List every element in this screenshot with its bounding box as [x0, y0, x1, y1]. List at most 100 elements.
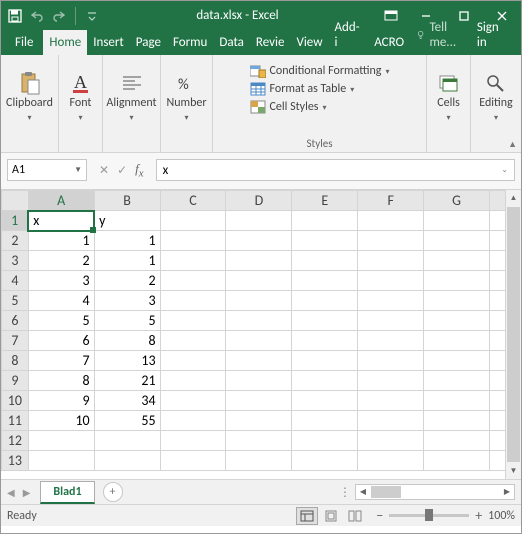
cell[interactable]: [292, 291, 358, 311]
cell[interactable]: x: [28, 211, 94, 231]
cancel-icon[interactable]: ✕: [99, 163, 109, 178]
name-box[interactable]: A1 ▼: [7, 159, 87, 181]
cell[interactable]: [358, 311, 424, 331]
ribbon-options-icon[interactable]: [375, 1, 407, 30]
cell[interactable]: [292, 331, 358, 351]
cell[interactable]: y: [94, 211, 160, 231]
scroll-left-icon[interactable]: ◀: [356, 485, 370, 499]
row-header[interactable]: 11: [2, 411, 29, 431]
column-header[interactable]: C: [160, 191, 226, 211]
cell[interactable]: [358, 371, 424, 391]
undo-icon[interactable]: [29, 8, 45, 24]
cell[interactable]: [292, 231, 358, 251]
cell[interactable]: [292, 411, 358, 431]
sheet-next-icon[interactable]: ▶: [23, 486, 31, 499]
fx-icon[interactable]: fx: [135, 161, 143, 180]
column-header[interactable]: D: [226, 191, 292, 211]
zoom-out-button[interactable]: −: [376, 507, 383, 524]
cell[interactable]: [424, 231, 490, 251]
cell[interactable]: [160, 271, 226, 291]
cell[interactable]: 3: [28, 271, 94, 291]
cell[interactable]: 1: [94, 231, 160, 251]
column-header[interactable]: E: [292, 191, 358, 211]
cell[interactable]: [160, 251, 226, 271]
font-label[interactable]: Font: [70, 96, 92, 110]
cell[interactable]: 21: [94, 371, 160, 391]
number-label[interactable]: Number: [166, 96, 206, 110]
formula-input[interactable]: x ⌄: [156, 159, 515, 181]
scroll-right-icon[interactable]: ▶: [500, 485, 514, 499]
cell[interactable]: 1: [94, 251, 160, 271]
cell[interactable]: [226, 211, 292, 231]
page-break-view-button[interactable]: [344, 507, 366, 525]
cell[interactable]: [226, 271, 292, 291]
cell[interactable]: [160, 291, 226, 311]
normal-view-button[interactable]: [296, 507, 318, 525]
cell[interactable]: [424, 271, 490, 291]
cell[interactable]: [160, 231, 226, 251]
cell[interactable]: 55: [94, 411, 160, 431]
tab-acro[interactable]: ACRO: [368, 30, 410, 55]
new-sheet-button[interactable]: +: [103, 482, 123, 502]
qat-customize-icon[interactable]: [84, 8, 100, 24]
cell[interactable]: [358, 411, 424, 431]
cell[interactable]: 2: [94, 271, 160, 291]
tab-data[interactable]: Data: [213, 30, 250, 55]
fill-handle[interactable]: [90, 227, 96, 233]
cell[interactable]: [28, 431, 94, 451]
row-header[interactable]: 4: [2, 271, 29, 291]
row-header[interactable]: 1: [2, 211, 29, 231]
cell[interactable]: [160, 391, 226, 411]
tab-file[interactable]: File: [5, 30, 43, 55]
row-header[interactable]: 13: [2, 451, 29, 471]
scroll-thumb[interactable]: [371, 486, 401, 498]
chevron-down-icon[interactable]: ▾: [494, 113, 498, 123]
tab-page[interactable]: Page: [130, 30, 167, 55]
cell[interactable]: [292, 311, 358, 331]
zoom-level[interactable]: 100%: [488, 509, 515, 523]
column-header[interactable]: G: [424, 191, 490, 211]
cell[interactable]: 13: [94, 351, 160, 371]
row-header[interactable]: 9: [2, 371, 29, 391]
tab-home[interactable]: Home: [43, 30, 87, 55]
cell[interactable]: [292, 431, 358, 451]
cell[interactable]: [358, 271, 424, 291]
cell[interactable]: [358, 291, 424, 311]
cell[interactable]: [160, 351, 226, 371]
paste-icon[interactable]: [17, 72, 43, 94]
cell[interactable]: [226, 291, 292, 311]
row-header[interactable]: 12: [2, 431, 29, 451]
scroll-up-icon[interactable]: ▲: [506, 190, 521, 206]
format-as-table[interactable]: Format as Table ▾: [248, 81, 392, 97]
cell[interactable]: [424, 331, 490, 351]
cell[interactable]: [424, 371, 490, 391]
cell[interactable]: 3: [94, 291, 160, 311]
cell[interactable]: [424, 291, 490, 311]
cell[interactable]: [160, 371, 226, 391]
alignment-icon[interactable]: [119, 72, 145, 94]
cell[interactable]: 9: [28, 391, 94, 411]
cell[interactable]: [160, 451, 226, 471]
scroll-down-icon[interactable]: ▼: [506, 463, 521, 479]
cell[interactable]: [226, 251, 292, 271]
cell[interactable]: [94, 431, 160, 451]
cell[interactable]: [160, 411, 226, 431]
cell[interactable]: 5: [28, 311, 94, 331]
row-header[interactable]: 10: [2, 391, 29, 411]
cell[interactable]: 34: [94, 391, 160, 411]
row-header[interactable]: 2: [2, 231, 29, 251]
row-header[interactable]: 7: [2, 331, 29, 351]
editing-icon[interactable]: [483, 72, 509, 94]
cell[interactable]: [424, 431, 490, 451]
cell[interactable]: [226, 331, 292, 351]
cell[interactable]: [292, 451, 358, 471]
cell[interactable]: [358, 251, 424, 271]
page-layout-view-button[interactable]: [320, 507, 342, 525]
cell[interactable]: [226, 231, 292, 251]
cell[interactable]: [424, 211, 490, 231]
cell[interactable]: [424, 251, 490, 271]
cell[interactable]: [424, 391, 490, 411]
sheet-tab[interactable]: Blad1: [40, 481, 94, 504]
editing-label[interactable]: Editing: [479, 96, 512, 110]
cell[interactable]: [292, 371, 358, 391]
